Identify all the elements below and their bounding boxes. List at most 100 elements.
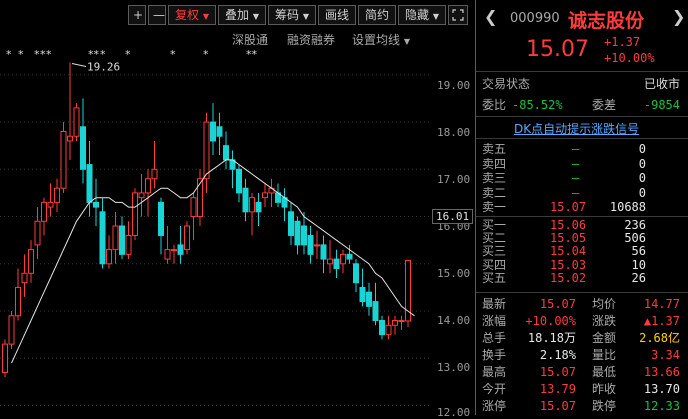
sell-level-volume: 0 xyxy=(638,156,646,171)
stat-value: 13.79 xyxy=(539,382,576,396)
event-marker[interactable]: * xyxy=(18,48,24,61)
sell-level-row: 卖五 — 0 xyxy=(482,142,682,156)
stat-value: 12.33 xyxy=(643,399,680,413)
event-marker[interactable]: * xyxy=(203,48,209,61)
wc-label: 委差 xyxy=(592,98,617,112)
stat-label: 涨停 xyxy=(482,399,507,413)
candle-body xyxy=(67,135,73,142)
status-label: 交易状态 xyxy=(482,77,531,91)
candle-body xyxy=(119,225,125,255)
sell-level-label: 卖五 xyxy=(482,142,507,156)
candle-body xyxy=(307,234,314,255)
candle-body xyxy=(398,320,405,322)
event-marker[interactable]: * xyxy=(125,48,131,61)
candle-body xyxy=(138,192,145,199)
y-tick: 12.00 xyxy=(437,406,471,419)
candle-body xyxy=(366,291,372,307)
buy-level-label: 买三 xyxy=(482,244,507,259)
buy-level-price: 15.04 xyxy=(550,244,587,259)
sell-level-row: 卖三 — 0 xyxy=(482,171,682,185)
buy-level-volume: 56 xyxy=(631,244,646,259)
stat-value: +10.00% xyxy=(525,314,576,328)
buy-level-volume: 236 xyxy=(624,218,646,232)
divider xyxy=(476,71,688,72)
buy-level-label: 买二 xyxy=(482,231,507,246)
sell-level-label: 卖四 xyxy=(482,156,507,171)
sell-level-label: 卖一 xyxy=(482,200,507,215)
stat-label: 最高 xyxy=(482,365,507,379)
wb-value: -85.52% xyxy=(512,98,563,112)
stat-value: 13.70 xyxy=(643,382,680,396)
candle-body xyxy=(86,164,93,203)
price-change-pct: +10.00% xyxy=(604,51,655,65)
event-marker[interactable]: ** xyxy=(246,48,258,61)
stat-label: 跌停 xyxy=(592,399,617,413)
candle-body xyxy=(171,249,177,252)
sell-level-row: 卖一 15.07 10688 xyxy=(482,200,682,214)
candle-body xyxy=(34,220,41,246)
event-marker[interactable]: * xyxy=(46,48,52,61)
sell-level-price: — xyxy=(572,185,580,200)
candle-body xyxy=(210,121,216,142)
buy-level-label: 买五 xyxy=(482,270,507,285)
signal-link[interactable]: DK点自动提示涨跌信号 xyxy=(514,120,639,137)
back-chevron-icon[interactable]: ❮ xyxy=(484,7,497,26)
event-marker[interactable]: * xyxy=(6,48,12,61)
stat-value: 18.18万 xyxy=(527,331,576,345)
stat-value: 13.66 xyxy=(643,365,680,379)
y-tick: 15.00 xyxy=(437,267,471,280)
y-tick: 18.00 xyxy=(437,126,471,139)
candle-body xyxy=(340,253,346,265)
candle-body xyxy=(262,192,268,199)
candle-body xyxy=(236,168,242,194)
event-marker[interactable]: * xyxy=(170,48,176,61)
candle-body xyxy=(54,187,60,203)
candle-body xyxy=(314,244,320,247)
candle-body xyxy=(47,201,54,208)
candle-body xyxy=(15,286,21,317)
buy-level-price: 15.02 xyxy=(550,270,587,285)
stat-value: 2.68亿 xyxy=(639,331,680,345)
candle-body xyxy=(112,225,119,251)
event-marker[interactable]: ** xyxy=(88,48,100,61)
stat-label: 总手 xyxy=(482,331,507,345)
sell-level-volume: 0 xyxy=(638,185,646,200)
candle-body xyxy=(197,178,203,218)
buy-level-price: 15.03 xyxy=(550,257,587,272)
event-marker[interactable]: * xyxy=(100,48,106,61)
wb-label: 委比 xyxy=(482,98,507,112)
kline-chart[interactable]: + — 复权 ▼ 叠加 ▼ 筹码 ▼ 画线 简约 隐藏 ▼ 深股通 融资融券 设… xyxy=(0,0,475,419)
stat-label: 均价 xyxy=(592,297,617,311)
sell-level-volume: 10688 xyxy=(609,200,646,215)
stat-label: 最新 xyxy=(482,297,507,311)
candle-body xyxy=(359,286,366,303)
stat-label: 涨幅 xyxy=(482,314,507,328)
candle-body xyxy=(294,220,301,246)
stat-value: 15.07 xyxy=(539,399,576,413)
stat-row: 最高 15.07 最低 13.66 xyxy=(482,364,682,380)
next-chevron-icon[interactable]: ❯ xyxy=(672,7,685,26)
candle-body xyxy=(249,197,255,213)
candle-body xyxy=(80,126,86,170)
stat-label: 换手 xyxy=(482,348,507,362)
stat-label: 今开 xyxy=(482,382,507,396)
status-value: 已收市 xyxy=(643,77,680,91)
buy-level-volume: 26 xyxy=(631,270,646,285)
buy-level-volume: 10 xyxy=(631,257,646,272)
candle-body xyxy=(60,131,67,189)
sell-level-price: — xyxy=(572,142,580,156)
buy-level-label: 买一 xyxy=(482,218,507,232)
stat-value: 15.07 xyxy=(539,365,576,379)
candle-body xyxy=(392,320,398,326)
candle-body xyxy=(242,187,249,213)
sell-level-row: 卖二 — 0 xyxy=(482,186,682,200)
candle-body xyxy=(73,107,80,137)
candle-body xyxy=(158,201,164,236)
buy-level-row: 买四 15.03 10 xyxy=(482,258,682,272)
buy-level-row: 买一 15.06 236 xyxy=(482,218,682,232)
stat-value: 14.77 xyxy=(643,297,680,311)
buy-level-label: 买四 xyxy=(482,257,507,272)
candle-body xyxy=(372,301,379,322)
candle-body xyxy=(333,258,340,270)
candle-body xyxy=(184,225,190,251)
